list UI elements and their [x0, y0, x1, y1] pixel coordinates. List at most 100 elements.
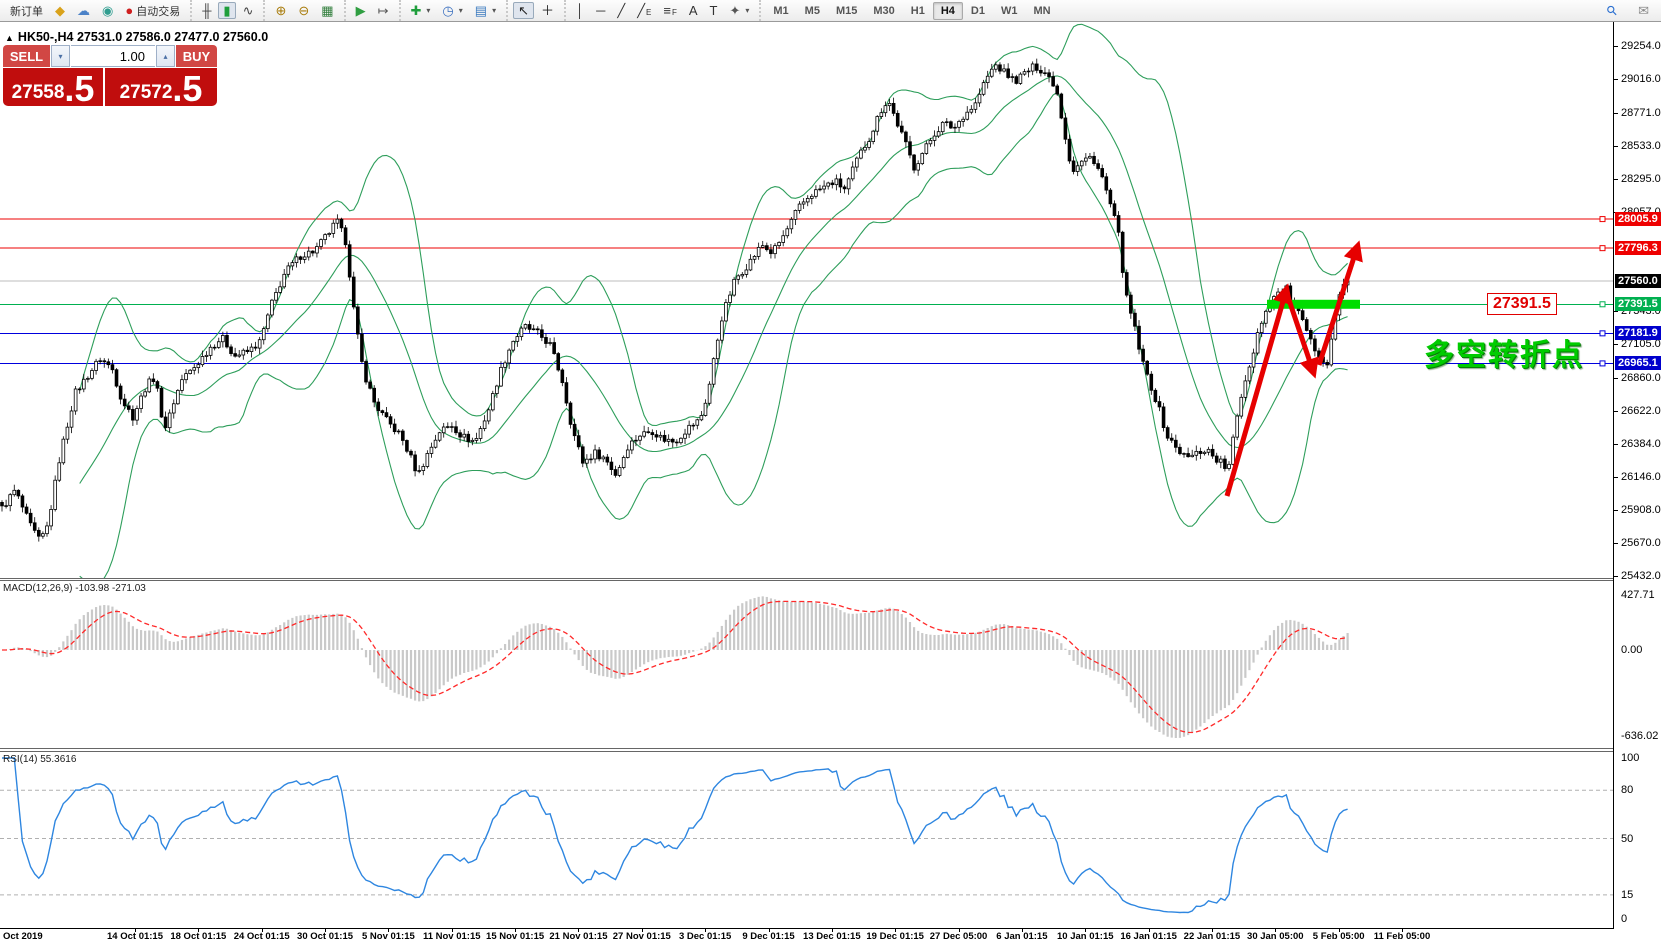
sell-button[interactable]: SELL: [3, 45, 50, 67]
horizontal-line-button[interactable]: ─: [591, 2, 610, 19]
templates-button[interactable]: ▤▾: [470, 2, 501, 19]
zoom-in-button[interactable]: ⊕: [270, 2, 291, 19]
autotrading-button[interactable]: ●自动交易: [120, 1, 185, 21]
time-axis-label: 11 Nov 01:15: [423, 931, 481, 942]
bar-chart-button[interactable]: ╫: [197, 2, 216, 19]
sell-price-main: 27558: [12, 81, 65, 104]
rsi-axis-label: 0: [1621, 913, 1627, 925]
tf-h4[interactable]: H4: [933, 2, 963, 20]
toolbar-right-icons: ⚲✉: [1601, 0, 1655, 21]
tf-mn[interactable]: MN: [1025, 2, 1058, 20]
new-order-button[interactable]: 新订单: [5, 1, 48, 21]
text-label-button[interactable]: T: [705, 2, 723, 19]
market-watch-button[interactable]: ☁: [72, 2, 95, 19]
price-tick: [1614, 113, 1618, 114]
price-tick-label: 25670.0: [1621, 537, 1661, 549]
shapes-button[interactable]: ✦▾: [724, 2, 754, 19]
price-level-badge: 28005.9: [1615, 212, 1661, 226]
tf-d1[interactable]: D1: [963, 2, 993, 20]
signals-button[interactable]: ◉: [97, 2, 118, 19]
price-level-badge: 27560.0: [1615, 274, 1661, 288]
cursor-button[interactable]: ↖: [513, 2, 534, 19]
price-level-badge: 27391.5: [1615, 297, 1661, 311]
time-axis[interactable]: Oct 201914 Oct 01:1518 Oct 01:1524 Oct 0…: [0, 929, 1661, 943]
auto-scroll-icon: ▶: [356, 4, 366, 17]
chevron-down-icon[interactable]: ▾: [459, 6, 463, 15]
tf-m30[interactable]: M30: [865, 2, 902, 20]
price-tick-label: 28295.0: [1621, 173, 1661, 185]
volume-increase-button[interactable]: ▴: [156, 45, 175, 67]
price-level-badge: 26965.1: [1615, 356, 1661, 370]
tf-h1[interactable]: H1: [903, 2, 933, 20]
chinese-annotation-text[interactable]: 多空转折点: [1424, 330, 1584, 374]
toolbar-group: ↖＋: [506, 0, 564, 21]
line-chart-button[interactable]: ∿: [238, 2, 259, 19]
chevron-down-icon[interactable]: ▾: [426, 6, 430, 15]
chart-shift-icon: ↦: [378, 4, 389, 17]
vertical-line-button[interactable]: │: [571, 2, 589, 19]
chart-shift-button[interactable]: ↦: [373, 2, 394, 19]
shapes-icon: ✦: [729, 4, 740, 17]
direction-triangle-icon: ▲: [5, 33, 14, 43]
chevron-down-icon[interactable]: ▾: [745, 6, 749, 15]
tile-windows-button[interactable]: ▦: [316, 2, 338, 19]
panel-separator[interactable]: [0, 578, 1613, 579]
trendline-button[interactable]: ╱: [612, 2, 630, 19]
market-watch-icon: ☁: [77, 4, 90, 17]
price-tick: [1614, 179, 1618, 180]
time-axis-label: 9 Dec 01:15: [742, 931, 794, 942]
price-axis[interactable]: 29254.029016.028771.028533.028295.028057…: [1614, 22, 1661, 929]
profiles-icon: ◆: [55, 4, 65, 17]
macd-indicator-panel[interactable]: [0, 581, 1613, 748]
volume-decrease-button[interactable]: ▾: [51, 45, 70, 67]
price-tick: [1614, 576, 1618, 577]
fibonacci-button[interactable]: ≡F: [658, 2, 681, 19]
buy-button[interactable]: BUY: [176, 45, 217, 67]
sell-price[interactable]: 27558.5: [3, 68, 103, 106]
toolbar-group: │─╱╱E≡FAT✦▾: [564, 0, 759, 21]
zoom-out-button[interactable]: ⊖: [293, 2, 314, 19]
time-axis-label: 13 Dec 01:15: [803, 931, 861, 942]
buy-price[interactable]: 27572.5: [105, 68, 217, 106]
time-axis-label: 6 Jan 01:15: [996, 931, 1047, 942]
time-axis-label: 10 Jan 01:15: [1057, 931, 1114, 942]
line-chart-icon: ∿: [243, 4, 254, 17]
text-button[interactable]: A: [684, 2, 703, 19]
chat-button[interactable]: ✉: [1633, 2, 1654, 19]
text-icon: A: [689, 4, 698, 17]
channel-button[interactable]: ╱E: [632, 2, 656, 19]
tf-m15[interactable]: M15: [828, 2, 865, 20]
toolbar-group: ▶↦: [344, 0, 399, 21]
panel-separator[interactable]: [0, 748, 1613, 749]
candlestick-button[interactable]: ▮: [218, 2, 235, 19]
main-price-chart[interactable]: [0, 22, 1613, 579]
rsi-indicator-panel[interactable]: [0, 752, 1613, 928]
rsi-axis-label: 80: [1621, 784, 1633, 796]
price-tick: [1614, 543, 1618, 544]
search-button[interactable]: ⚲: [1602, 2, 1622, 19]
time-axis-label: 18 Oct 01:15: [170, 931, 226, 942]
price-tick-label: 25432.0: [1621, 570, 1661, 582]
time-axis-label: 22 Jan 01:15: [1184, 931, 1241, 942]
price-tick-label: 26622.0: [1621, 405, 1661, 417]
indicators-button[interactable]: ✚▾: [406, 2, 436, 19]
tf-w1[interactable]: W1: [993, 2, 1026, 20]
crosshair-button[interactable]: ＋: [536, 2, 559, 19]
search-icon: ⚲: [1603, 3, 1619, 19]
chevron-down-icon[interactable]: ▾: [492, 6, 496, 15]
tf-m5[interactable]: M5: [797, 2, 828, 20]
volume-input[interactable]: 1.00: [71, 45, 155, 67]
price-level-badge: 27796.3: [1615, 241, 1661, 255]
time-axis-label: 11 Feb 05:00: [1374, 931, 1431, 942]
price-tick-label: 29016.0: [1621, 73, 1661, 85]
price-callout-label[interactable]: 27391.5: [1487, 293, 1557, 315]
price-tick: [1614, 510, 1618, 511]
tf-m1[interactable]: M1: [765, 2, 796, 20]
time-axis-label: 30 Oct 01:15: [297, 931, 353, 942]
price-tick-label: 25908.0: [1621, 504, 1661, 516]
macd-axis-label: 0.00: [1621, 644, 1642, 656]
auto-scroll-button[interactable]: ▶: [351, 2, 371, 19]
periods-button[interactable]: ◷▾: [437, 2, 467, 19]
price-tick-label: 26384.0: [1621, 438, 1661, 450]
profiles-button[interactable]: ◆: [50, 2, 70, 19]
